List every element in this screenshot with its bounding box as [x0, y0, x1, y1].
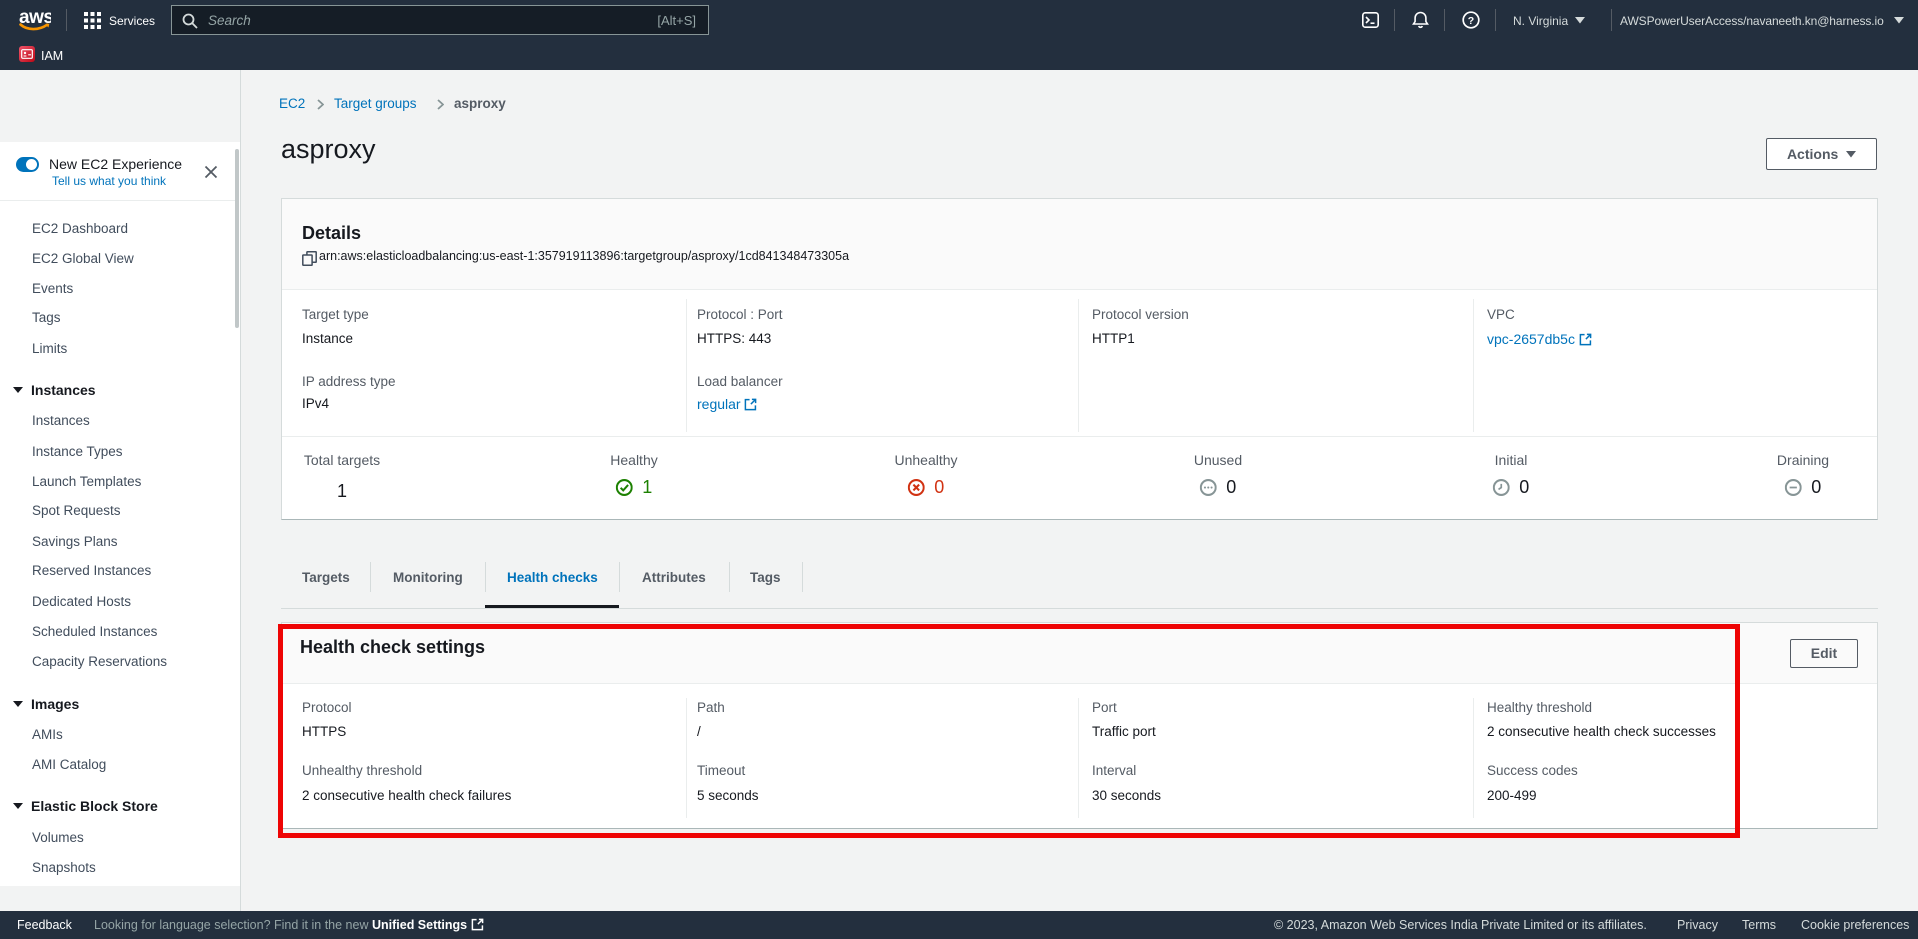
svg-text:?: ?	[1468, 15, 1474, 27]
